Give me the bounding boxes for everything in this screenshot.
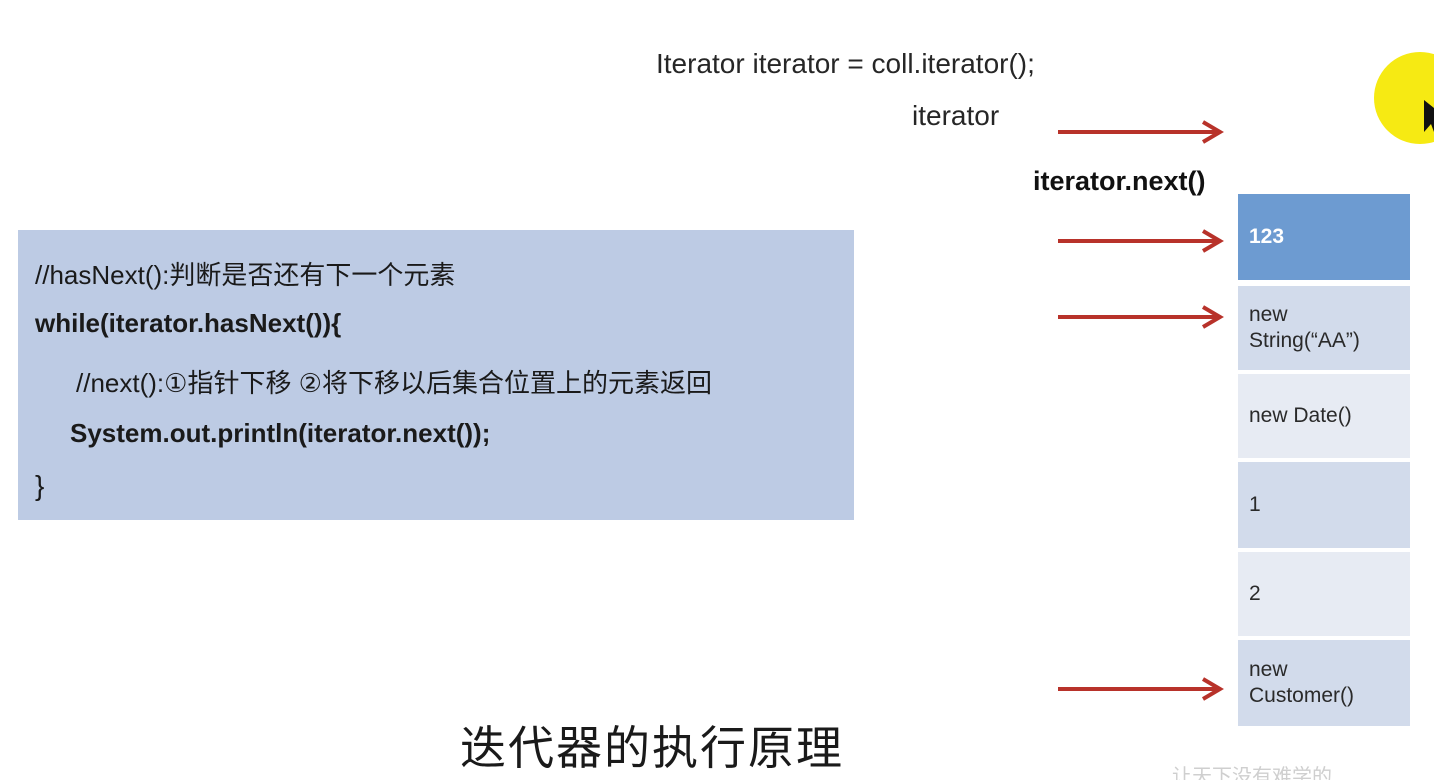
mouse-pointer-icon: [1372, 52, 1434, 144]
right-arrow-icon: [1058, 305, 1224, 329]
collection-cell-value: new Customer(): [1249, 657, 1355, 707]
iterator-declaration: Iterator iterator = coll.iterator();: [656, 48, 1035, 79]
code-line-println: System.out.println(iterator.next());: [70, 418, 491, 448]
collection-cell-highlighted: 123: [1238, 194, 1410, 280]
code-box: //hasNext():判断是否还有下一个元素 while(iterator.h…: [18, 230, 854, 520]
collection-cell: 2: [1238, 552, 1410, 636]
right-arrow-icon: [1058, 677, 1224, 701]
collection-cell: new String(“AA”): [1238, 286, 1410, 370]
collection-cell: new Date(): [1238, 374, 1410, 458]
collection-cell-value: 2: [1249, 581, 1261, 605]
collection-cell-value: 123: [1249, 224, 1285, 248]
iterator-next-label: iterator.next(): [1033, 166, 1206, 196]
slide: Iterator iterator = coll.iterator(); ite…: [0, 0, 1434, 780]
right-arrow-icon: [1058, 229, 1224, 253]
collection-cell: 1: [1238, 462, 1410, 548]
slide-caption: 迭代器的执行原理: [460, 721, 844, 775]
code-line-closing-brace: }: [35, 470, 45, 501]
code-line-next-comment: //next():①指针下移 ②将下移以后集合位置上的元素返回: [76, 368, 712, 398]
collection-cell: new Customer(): [1238, 640, 1410, 726]
code-line-while: while(iterator.hasNext()){: [35, 308, 342, 338]
iterator-label: iterator: [912, 100, 1000, 131]
collection-cell-value: new Date(): [1249, 403, 1352, 427]
right-arrow-icon: [1058, 120, 1224, 144]
code-line-hasnext-comment: //hasNext():判断是否还有下一个元素: [35, 260, 456, 290]
watermark-text: 让天下没有难学的: [1172, 766, 1332, 780]
collection-cell-value: 1: [1249, 492, 1261, 516]
collection-cell-value: new String(“AA”): [1249, 302, 1360, 352]
